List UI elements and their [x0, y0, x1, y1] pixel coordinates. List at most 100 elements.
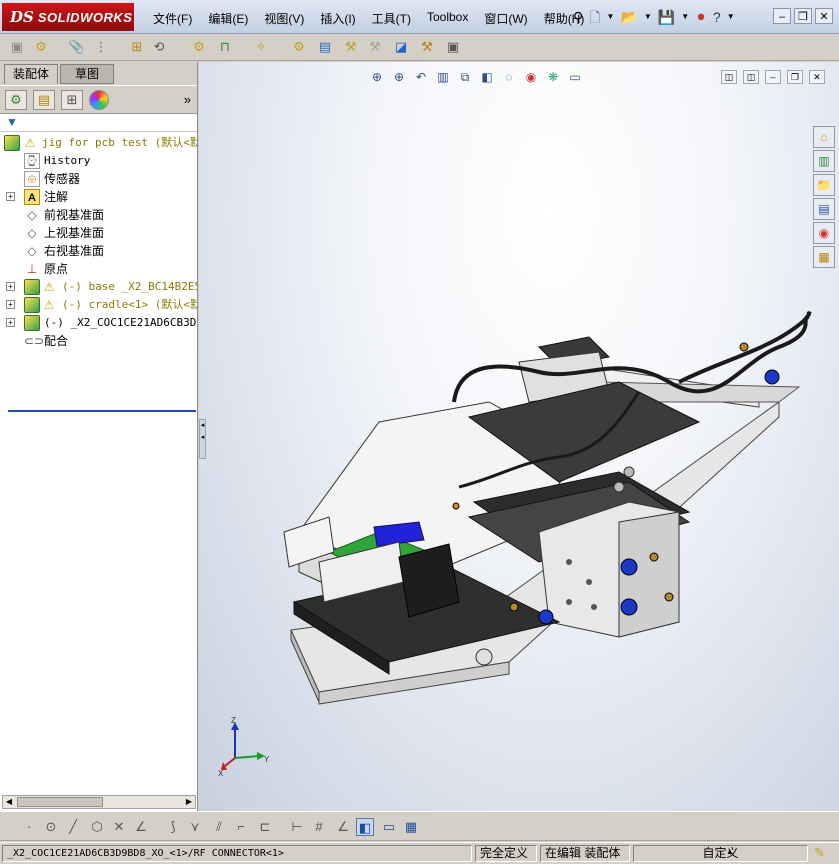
new-motion-study-icon[interactable]: ⚙ [290, 38, 308, 56]
quick-tips-icon[interactable]: ✎ [814, 845, 825, 861]
menu-insert[interactable]: 插入(I) [312, 10, 363, 27]
tree-node-x2[interactable]: + (-) _X2_COC1CE21AD6CB3D9BD [0, 314, 197, 332]
move-component-icon[interactable]: ⟲ [150, 38, 168, 56]
fitting [764, 369, 780, 385]
menu-toolbox[interactable]: Toolbox [419, 10, 476, 27]
exploded-view-icon[interactable]: ⚒ [342, 38, 360, 56]
expand-chevron-icon[interactable]: » [184, 92, 191, 107]
show-hidden-icon[interactable]: ⚙ [190, 38, 208, 56]
help-icon[interactable]: ? [713, 8, 721, 26]
pin-icon[interactable]: ⚲ [573, 8, 583, 26]
tab-sketch[interactable]: 草图 [60, 64, 114, 84]
linear-pattern-icon[interactable]: ⋮ [92, 38, 110, 56]
save-icon[interactable]: 💾 [658, 8, 675, 26]
dropdown-arrow-icon[interactable]: ▼ [727, 8, 735, 26]
grid-tool-icon[interactable]: # [310, 818, 328, 836]
expand-icon[interactable]: + [6, 282, 15, 291]
open-folder-icon[interactable]: 📂 [620, 8, 637, 26]
dropdown-arrow-icon[interactable]: ▼ [681, 8, 689, 26]
tab-assembly[interactable]: 装配体 [4, 64, 58, 84]
menu-window[interactable]: 窗口(W) [476, 10, 535, 27]
units-dropdown-icon[interactable]: ▲ [726, 847, 734, 856]
scroll-left-icon[interactable]: ◀ [3, 796, 15, 808]
offset-tool-icon[interactable]: ⟆ [164, 818, 182, 836]
menu-tools[interactable]: 工具(T) [364, 10, 419, 27]
new-document-icon[interactable]: 🗋 [589, 8, 600, 26]
graphics-area[interactable]: ⊕ ⊕ ↶ ▥ ⧉ ◧ ◌ ◉ ❋ ▭ ◫ ◫ – ❐ ✕ ⌂ ▥ 📁 ▤ ◉ … [199, 62, 839, 811]
horizontal-scrollbar[interactable]: ◀ ▶ [2, 795, 196, 809]
menu-file[interactable]: 文件(F) [145, 10, 200, 27]
3d-view-tool-icon[interactable]: ◧ [356, 818, 374, 836]
tree-node-right-plane[interactable]: ◇ 右视基准面 [0, 242, 197, 260]
centerline-tool-icon[interactable]: ⫽ [210, 818, 228, 836]
tree-node-front-plane[interactable]: ◇ 前视基准面 [0, 206, 197, 224]
trim-tool-icon[interactable]: ✕ [110, 818, 128, 836]
angle-tool-icon[interactable]: ∠ [334, 818, 352, 836]
circle-tool-icon[interactable]: ⊙ [42, 818, 60, 836]
status-editing: 在编辑 装配体 [540, 845, 630, 862]
corner-tool-icon[interactable]: ⌐ [232, 818, 250, 836]
title-bar: DS SOLIDWORKS 文件(F) 编辑(E) 视图(V) 插入(I) 工具… [0, 0, 839, 34]
assembly-features-icon[interactable]: ⊓ [216, 38, 234, 56]
instant3d-icon[interactable]: ▣ [444, 38, 462, 56]
scrollbar-thumb[interactable] [17, 797, 103, 807]
command-toolbar: ▣ ⚙ 📎 ⋮ ⊞ ⟲ ⚙ ⊓ ✧ ⚙ ▤ ⚒ ⚒ ◪ ⚒ ▣ [0, 34, 839, 61]
expand-icon[interactable]: + [6, 300, 15, 309]
configuration-manager-tab-icon[interactable]: ⊞ [61, 90, 83, 110]
scroll-right-icon[interactable]: ▶ [183, 796, 195, 808]
mate-icon[interactable]: 📎 [68, 38, 86, 56]
expand-icon[interactable]: + [6, 192, 15, 201]
table-view-icon[interactable]: ▦ [402, 818, 420, 836]
close-icon[interactable]: ✕ [815, 8, 833, 24]
tree-node-top-plane[interactable]: ◇ 上视基准面 [0, 224, 197, 242]
interference-detection-icon[interactable]: ◪ [392, 38, 410, 56]
reference-geometry-icon[interactable]: ✧ [252, 38, 270, 56]
bill-of-materials-icon[interactable]: ▤ [316, 38, 334, 56]
feature-manager-tab-icon[interactable]: ⚙ [5, 90, 27, 110]
insert-component-icon[interactable]: ⚙ [32, 38, 50, 56]
tree-right-plane-label: 右视基准面 [44, 244, 105, 258]
plane-icon: ◇ [27, 208, 37, 222]
status-units[interactable]: 自定义 [633, 845, 808, 862]
dropdown-arrow-icon[interactable]: ▼ [644, 8, 652, 26]
mirror-tool-icon[interactable]: ⋎ [186, 818, 204, 836]
clearance-verification-icon[interactable]: ⚒ [418, 38, 436, 56]
tree-node-base[interactable]: + ⚠ (-) base _X2_BC14B2E5D3 [0, 278, 197, 296]
assembly-icon [4, 135, 20, 151]
sketch-toolbar: · ⊙ ╱ ⬡ ✕ ∠ ⟆ ⋎ ⫽ ⌐ ⊏ ⊢ # ∠ ◧ ▭ ▦ [0, 811, 839, 841]
restore-icon[interactable]: ❐ [794, 8, 812, 24]
tree-node-origin[interactable]: ⊥ 原点 [0, 260, 197, 278]
explode-line-sketch-icon[interactable]: ⚒ [366, 38, 384, 56]
dimension-tool-icon[interactable]: ⊢ [288, 818, 306, 836]
tree-node-root[interactable]: ⚠ jig for pcb test (默认<默认 [0, 134, 197, 152]
menu-bar: 文件(F) 编辑(E) 视图(V) 插入(I) 工具(T) Toolbox 窗口… [145, 10, 592, 27]
property-manager-tab-icon[interactable]: ▤ [33, 90, 55, 110]
status-fully-defined: 完全定义 [475, 845, 537, 862]
tree-node-mates[interactable]: ⊂⊃ 配合 [0, 332, 197, 350]
dropdown-arrow-icon[interactable]: ▼ [607, 8, 615, 26]
minimize-icon[interactable]: – [773, 8, 791, 24]
extend-tool-icon[interactable]: ∠ [132, 818, 150, 836]
tree-node-history[interactable]: ⌚ History [0, 152, 197, 170]
display-manager-tab-icon[interactable] [89, 90, 109, 110]
rebuild-traffic-light-icon[interactable]: ⚫ [695, 8, 707, 26]
rectangle-tool-icon[interactable]: ⊏ [256, 818, 274, 836]
rollback-bar[interactable] [8, 410, 196, 412]
tree-filter[interactable]: ▼ [0, 114, 197, 132]
menu-view[interactable]: 视图(V) [256, 10, 312, 27]
line-tool-icon[interactable]: ╱ [64, 818, 82, 836]
polygon-tool-icon[interactable]: ⬡ [88, 818, 106, 836]
solidworks-logo[interactable]: DS SOLIDWORKS [2, 3, 134, 31]
tree-node-sensors[interactable]: ◎ 传感器 [0, 170, 197, 188]
menu-edit[interactable]: 编辑(E) [200, 10, 256, 27]
assembly-model[interactable] [199, 62, 839, 811]
plane-icon: ◇ [27, 226, 37, 240]
filter-icon[interactable]: ▼ [6, 115, 18, 129]
tree-node-annotations[interactable]: + A 注解 [0, 188, 197, 206]
point-tool-icon[interactable]: · [20, 818, 38, 836]
tree-node-cradle[interactable]: + ⚠ (-) cradle<1> (默认<默认 [0, 296, 197, 314]
new-part-icon[interactable]: ▣ [8, 38, 26, 56]
display-pane-icon[interactable]: ▭ [380, 818, 398, 836]
smart-fasteners-icon[interactable]: ⊞ [128, 38, 146, 56]
expand-icon[interactable]: + [6, 318, 15, 327]
